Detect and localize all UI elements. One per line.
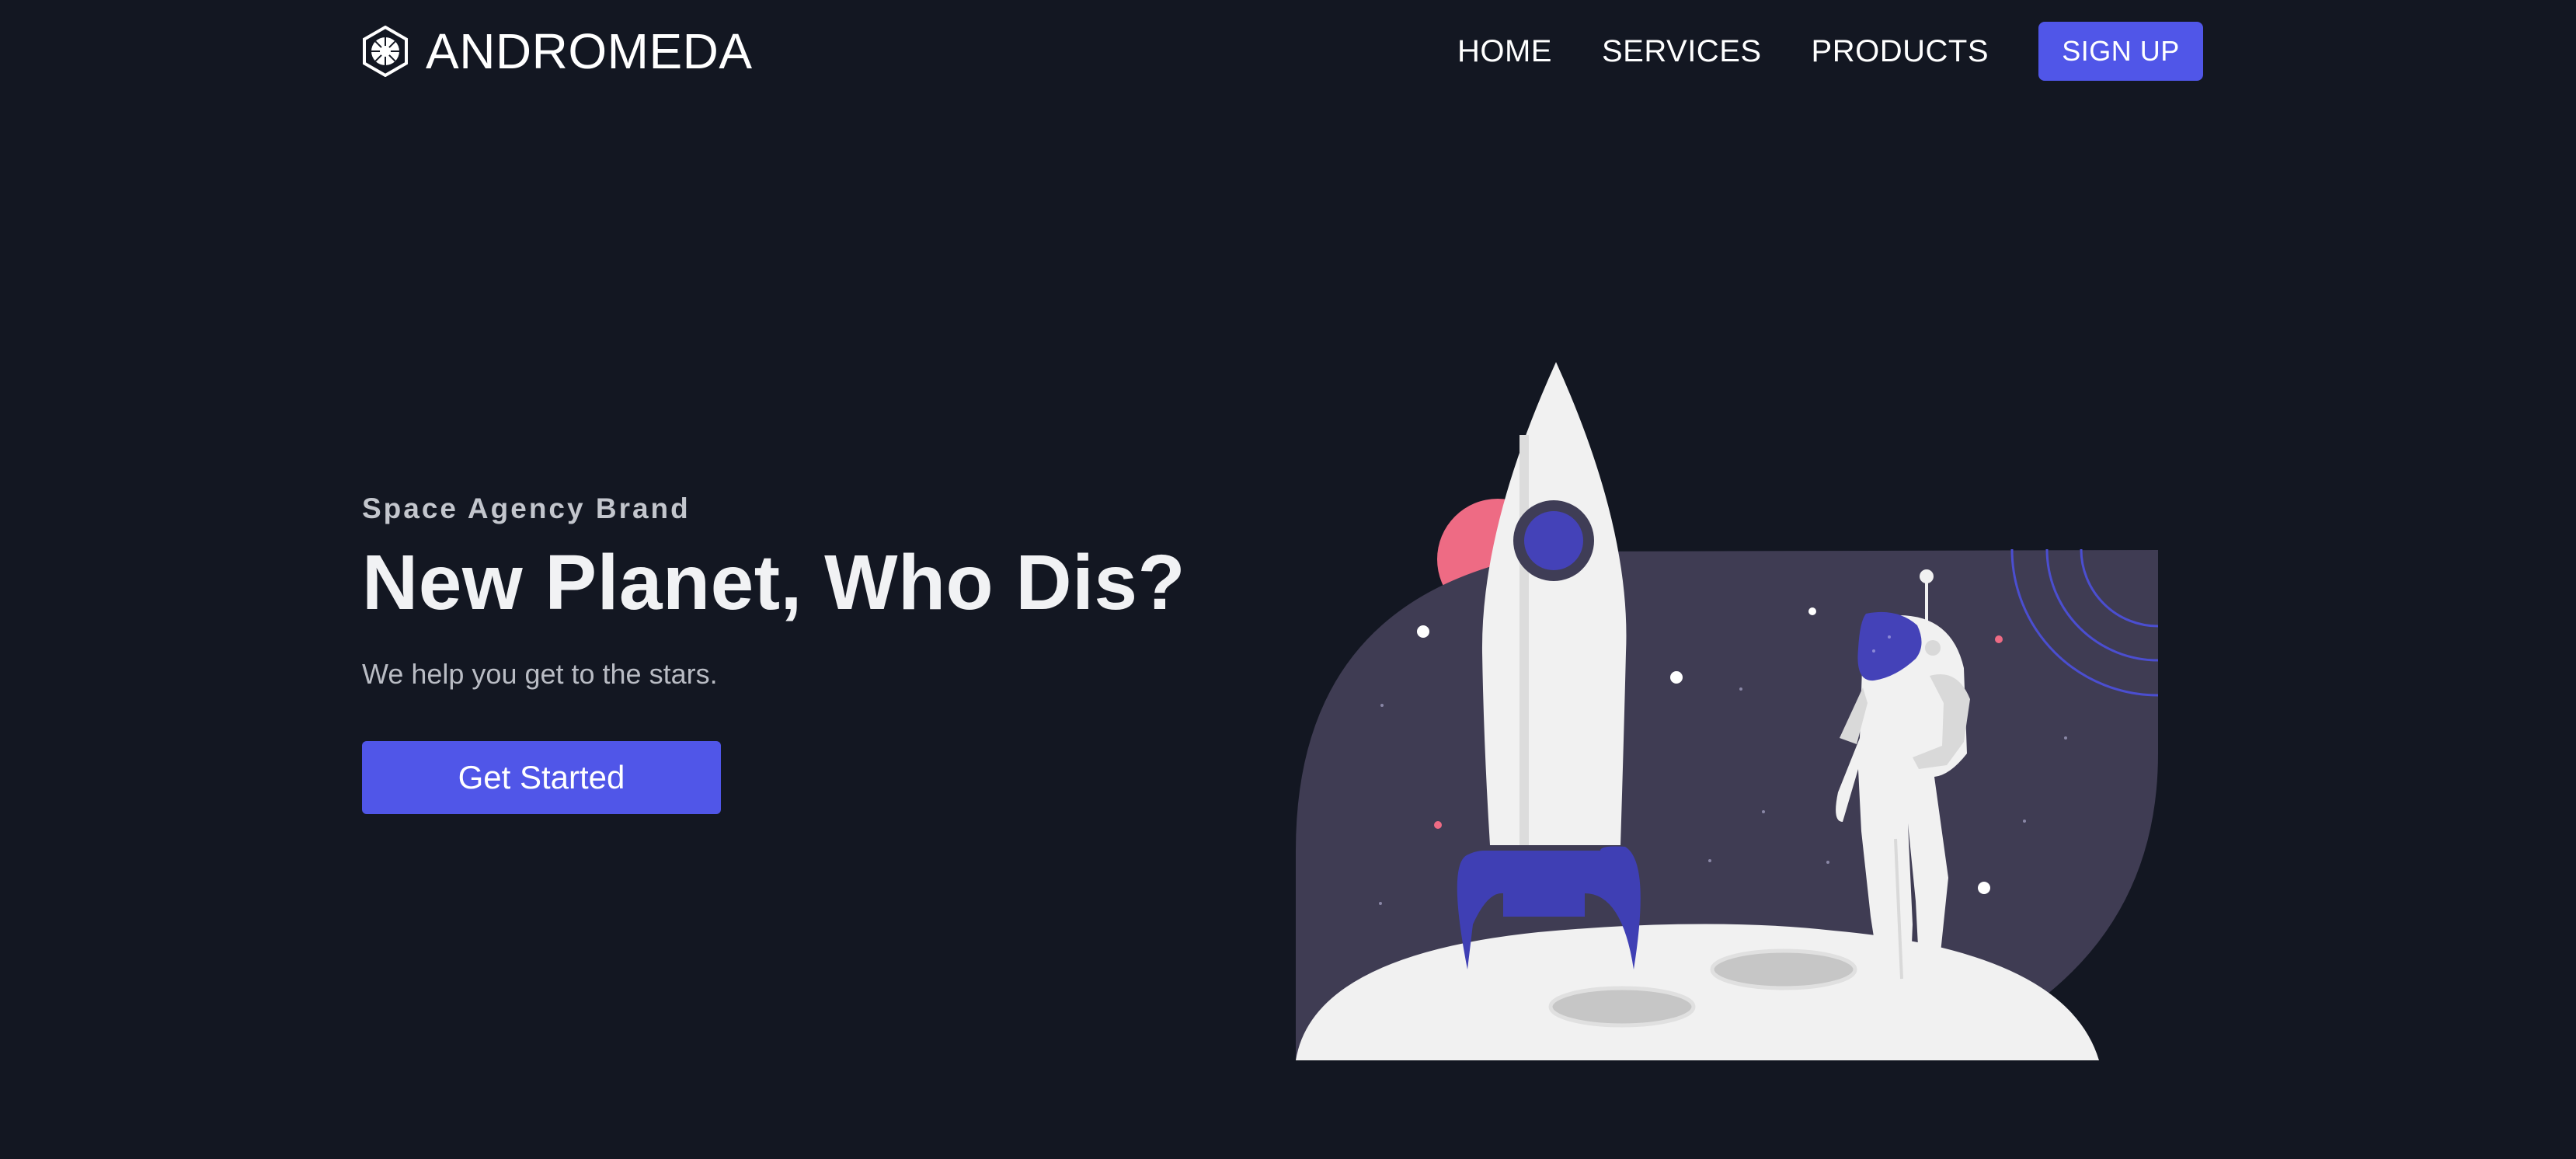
moon-crater-right	[1710, 948, 1857, 990]
hero-section: Space Agency Brand New Planet, Who Dis? …	[362, 489, 1217, 814]
hero-eyebrow: Space Agency Brand	[362, 492, 691, 524]
nav-products-link[interactable]: PRODUCTS	[1812, 36, 1989, 67]
brand-name: ANDROMEDA	[426, 23, 753, 79]
moon-crater-left	[1548, 986, 1696, 1028]
nav-links: HOME SERVICES PRODUCTS SIGN UP	[1457, 22, 2203, 81]
hero-headline: New Planet, Who Dis?	[362, 539, 1186, 626]
nav-home-link[interactable]: HOME	[1457, 36, 1552, 67]
get-started-button[interactable]: Get Started	[362, 741, 721, 814]
hexagon-starburst-icon	[363, 26, 408, 77]
brand-link[interactable]: ANDROMEDA	[362, 22, 753, 81]
rocket-astronaut-illustration	[1296, 362, 2159, 1060]
rocket	[1457, 362, 1641, 969]
nav-services-link[interactable]: SERVICES	[1602, 36, 1762, 67]
hero-subtext: We help you get to the stars.	[362, 658, 718, 690]
navbar: ANDROMEDA HOME SERVICES PRODUCTS SIGN UP	[0, 0, 2576, 101]
signup-button[interactable]: SIGN UP	[2038, 22, 2203, 81]
